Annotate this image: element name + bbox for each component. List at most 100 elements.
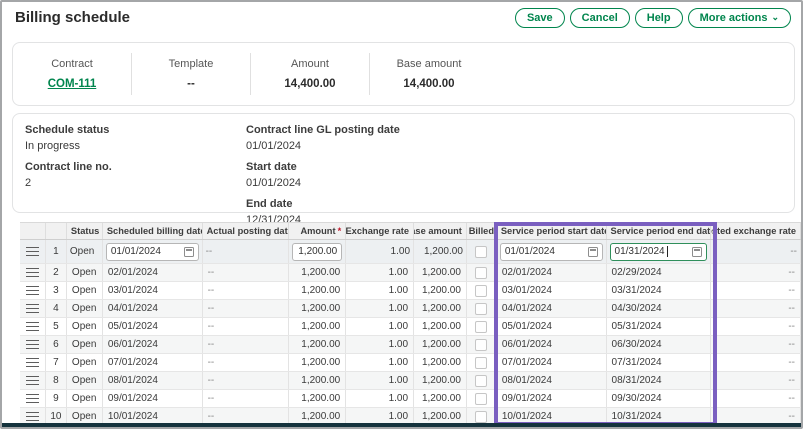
cell-value: 1.00 <box>389 357 408 368</box>
service_end-input[interactable]: 01/31/2024 <box>610 243 708 261</box>
cell-value: 5 <box>53 321 59 332</box>
cell-status: Open <box>67 354 103 371</box>
billed-checkbox[interactable] <box>475 267 487 279</box>
drag-handle-icon[interactable] <box>26 322 39 331</box>
column-header-drag <box>20 223 46 239</box>
cell-value: Open <box>72 393 96 404</box>
summary-label: Template <box>169 58 214 70</box>
cell-drag <box>20 264 46 281</box>
cell-billed <box>467 282 497 299</box>
cell-base_amount: 1,200.00 <box>414 372 467 389</box>
cell-exchange_rate: 1.00 <box>346 282 414 299</box>
details-left-column: Schedule status In progress Contract lin… <box>25 122 112 196</box>
cell-posted_rate: -- <box>711 264 801 281</box>
cell-posted_rate: -- <box>711 300 801 317</box>
service_start-input[interactable]: 01/01/2024 <box>500 243 603 261</box>
drag-handle-icon[interactable] <box>26 340 39 349</box>
billed-checkbox[interactable] <box>475 393 487 405</box>
cell-value: 10/31/2024 <box>612 411 662 422</box>
toolbar: Save Cancel Help More actions ⌄ <box>515 8 791 28</box>
cell-value: -- <box>208 321 215 332</box>
cell-status: Open <box>67 390 103 407</box>
drag-handle-icon[interactable] <box>26 376 39 385</box>
cell-value: -- <box>788 357 795 368</box>
cell-num: 3 <box>46 282 67 299</box>
cell-value: 02/29/2024 <box>612 267 662 278</box>
cell-service_start: 03/01/2024 <box>497 282 607 299</box>
cell-value: 1.00 <box>389 375 408 386</box>
cell-scheduled: 05/01/2024 <box>103 318 203 335</box>
billed-checkbox[interactable] <box>475 303 487 315</box>
cell-value: -- <box>788 375 795 386</box>
cell-value: Open <box>70 246 94 257</box>
cell-value: Open <box>72 357 96 368</box>
drag-handle-icon[interactable] <box>26 286 39 295</box>
cell-posted_rate: -- <box>711 240 801 263</box>
cell-value: -- <box>788 393 795 404</box>
cell-base_amount: 1,200.00 <box>414 264 467 281</box>
drag-handle-icon[interactable] <box>26 268 39 277</box>
cell-value: 08/01/2024 <box>108 375 158 386</box>
drag-handle-icon[interactable] <box>26 358 39 367</box>
cell-value: 03/01/2024 <box>502 285 552 296</box>
cell-exchange_rate: 1.00 <box>346 390 414 407</box>
help-button[interactable]: Help <box>635 8 683 28</box>
calendar-icon[interactable] <box>588 247 598 257</box>
cell-value: -- <box>208 375 215 386</box>
calendar-icon[interactable] <box>184 247 194 257</box>
cell-actual: -- <box>203 336 290 353</box>
cell-value: Open <box>72 339 96 350</box>
cell-service_end: 08/31/2024 <box>607 372 712 389</box>
drag-handle-icon[interactable] <box>26 247 39 256</box>
details-right-column: Contract line GL posting date 01/01/2024… <box>246 122 400 233</box>
column-header-base_amount: Base amount <box>414 223 467 239</box>
cell-value: 1.00 <box>389 339 408 350</box>
column-header-service_start: Service period start date <box>497 223 607 239</box>
billed-checkbox[interactable] <box>475 357 487 369</box>
billed-checkbox[interactable] <box>475 411 487 423</box>
cell-value: 06/30/2024 <box>612 339 662 350</box>
billed-checkbox[interactable] <box>475 285 487 297</box>
cell-drag <box>20 372 46 389</box>
amount-input[interactable]: 1,200.00 <box>292 243 342 261</box>
cell-value: 1,200.00 <box>422 321 461 332</box>
cell-scheduled: 07/01/2024 <box>103 354 203 371</box>
cell-drag <box>20 300 46 317</box>
cell-value: Open <box>72 267 96 278</box>
cell-exchange_rate: 1.00 <box>346 354 414 371</box>
table-row: 5Open05/01/2024--1,200.001.001,200.0005/… <box>20 318 801 336</box>
cell-amount: 1,200.00 <box>289 282 346 299</box>
cell-service_start: 02/01/2024 <box>497 264 607 281</box>
cell-value: 8 <box>53 375 59 386</box>
save-button[interactable]: Save <box>515 8 565 28</box>
drag-handle-icon[interactable] <box>26 412 39 421</box>
schedule-status-value: In progress <box>25 138 112 154</box>
column-header-status: Status <box>67 223 103 239</box>
table-row: 2Open02/01/2024--1,200.001.001,200.0002/… <box>20 264 801 282</box>
drag-handle-icon[interactable] <box>26 304 39 313</box>
contract-link[interactable]: COM-111 <box>48 78 97 90</box>
cell-value: Open <box>72 321 96 332</box>
cell-status: Open <box>67 264 103 281</box>
cell-service_start: 05/01/2024 <box>497 318 607 335</box>
cell-value: -- <box>208 267 215 278</box>
billed-checkbox[interactable] <box>475 321 487 333</box>
cell-posted_rate: -- <box>711 282 801 299</box>
cell-value: -- <box>788 303 795 314</box>
billed-checkbox[interactable] <box>475 375 487 387</box>
cell-value: 1,200.00 <box>301 357 340 368</box>
scheduled-input[interactable]: 01/01/2024 <box>106 243 199 261</box>
cell-actual: -- <box>203 264 290 281</box>
cell-value: 1.00 <box>389 285 408 296</box>
billed-checkbox[interactable] <box>475 339 487 351</box>
more-actions-button[interactable]: More actions ⌄ <box>688 8 791 28</box>
drag-handle-icon[interactable] <box>26 394 39 403</box>
billed-checkbox[interactable] <box>475 246 487 258</box>
cell-value: 3 <box>53 285 59 296</box>
cell-value: 1,200.00 <box>422 375 461 386</box>
calendar-icon[interactable] <box>692 247 702 257</box>
cell-value: -- <box>208 411 215 422</box>
cell-value: 1,200.00 <box>422 339 461 350</box>
cell-value: 1,200.00 <box>422 411 461 422</box>
cancel-button[interactable]: Cancel <box>570 8 630 28</box>
